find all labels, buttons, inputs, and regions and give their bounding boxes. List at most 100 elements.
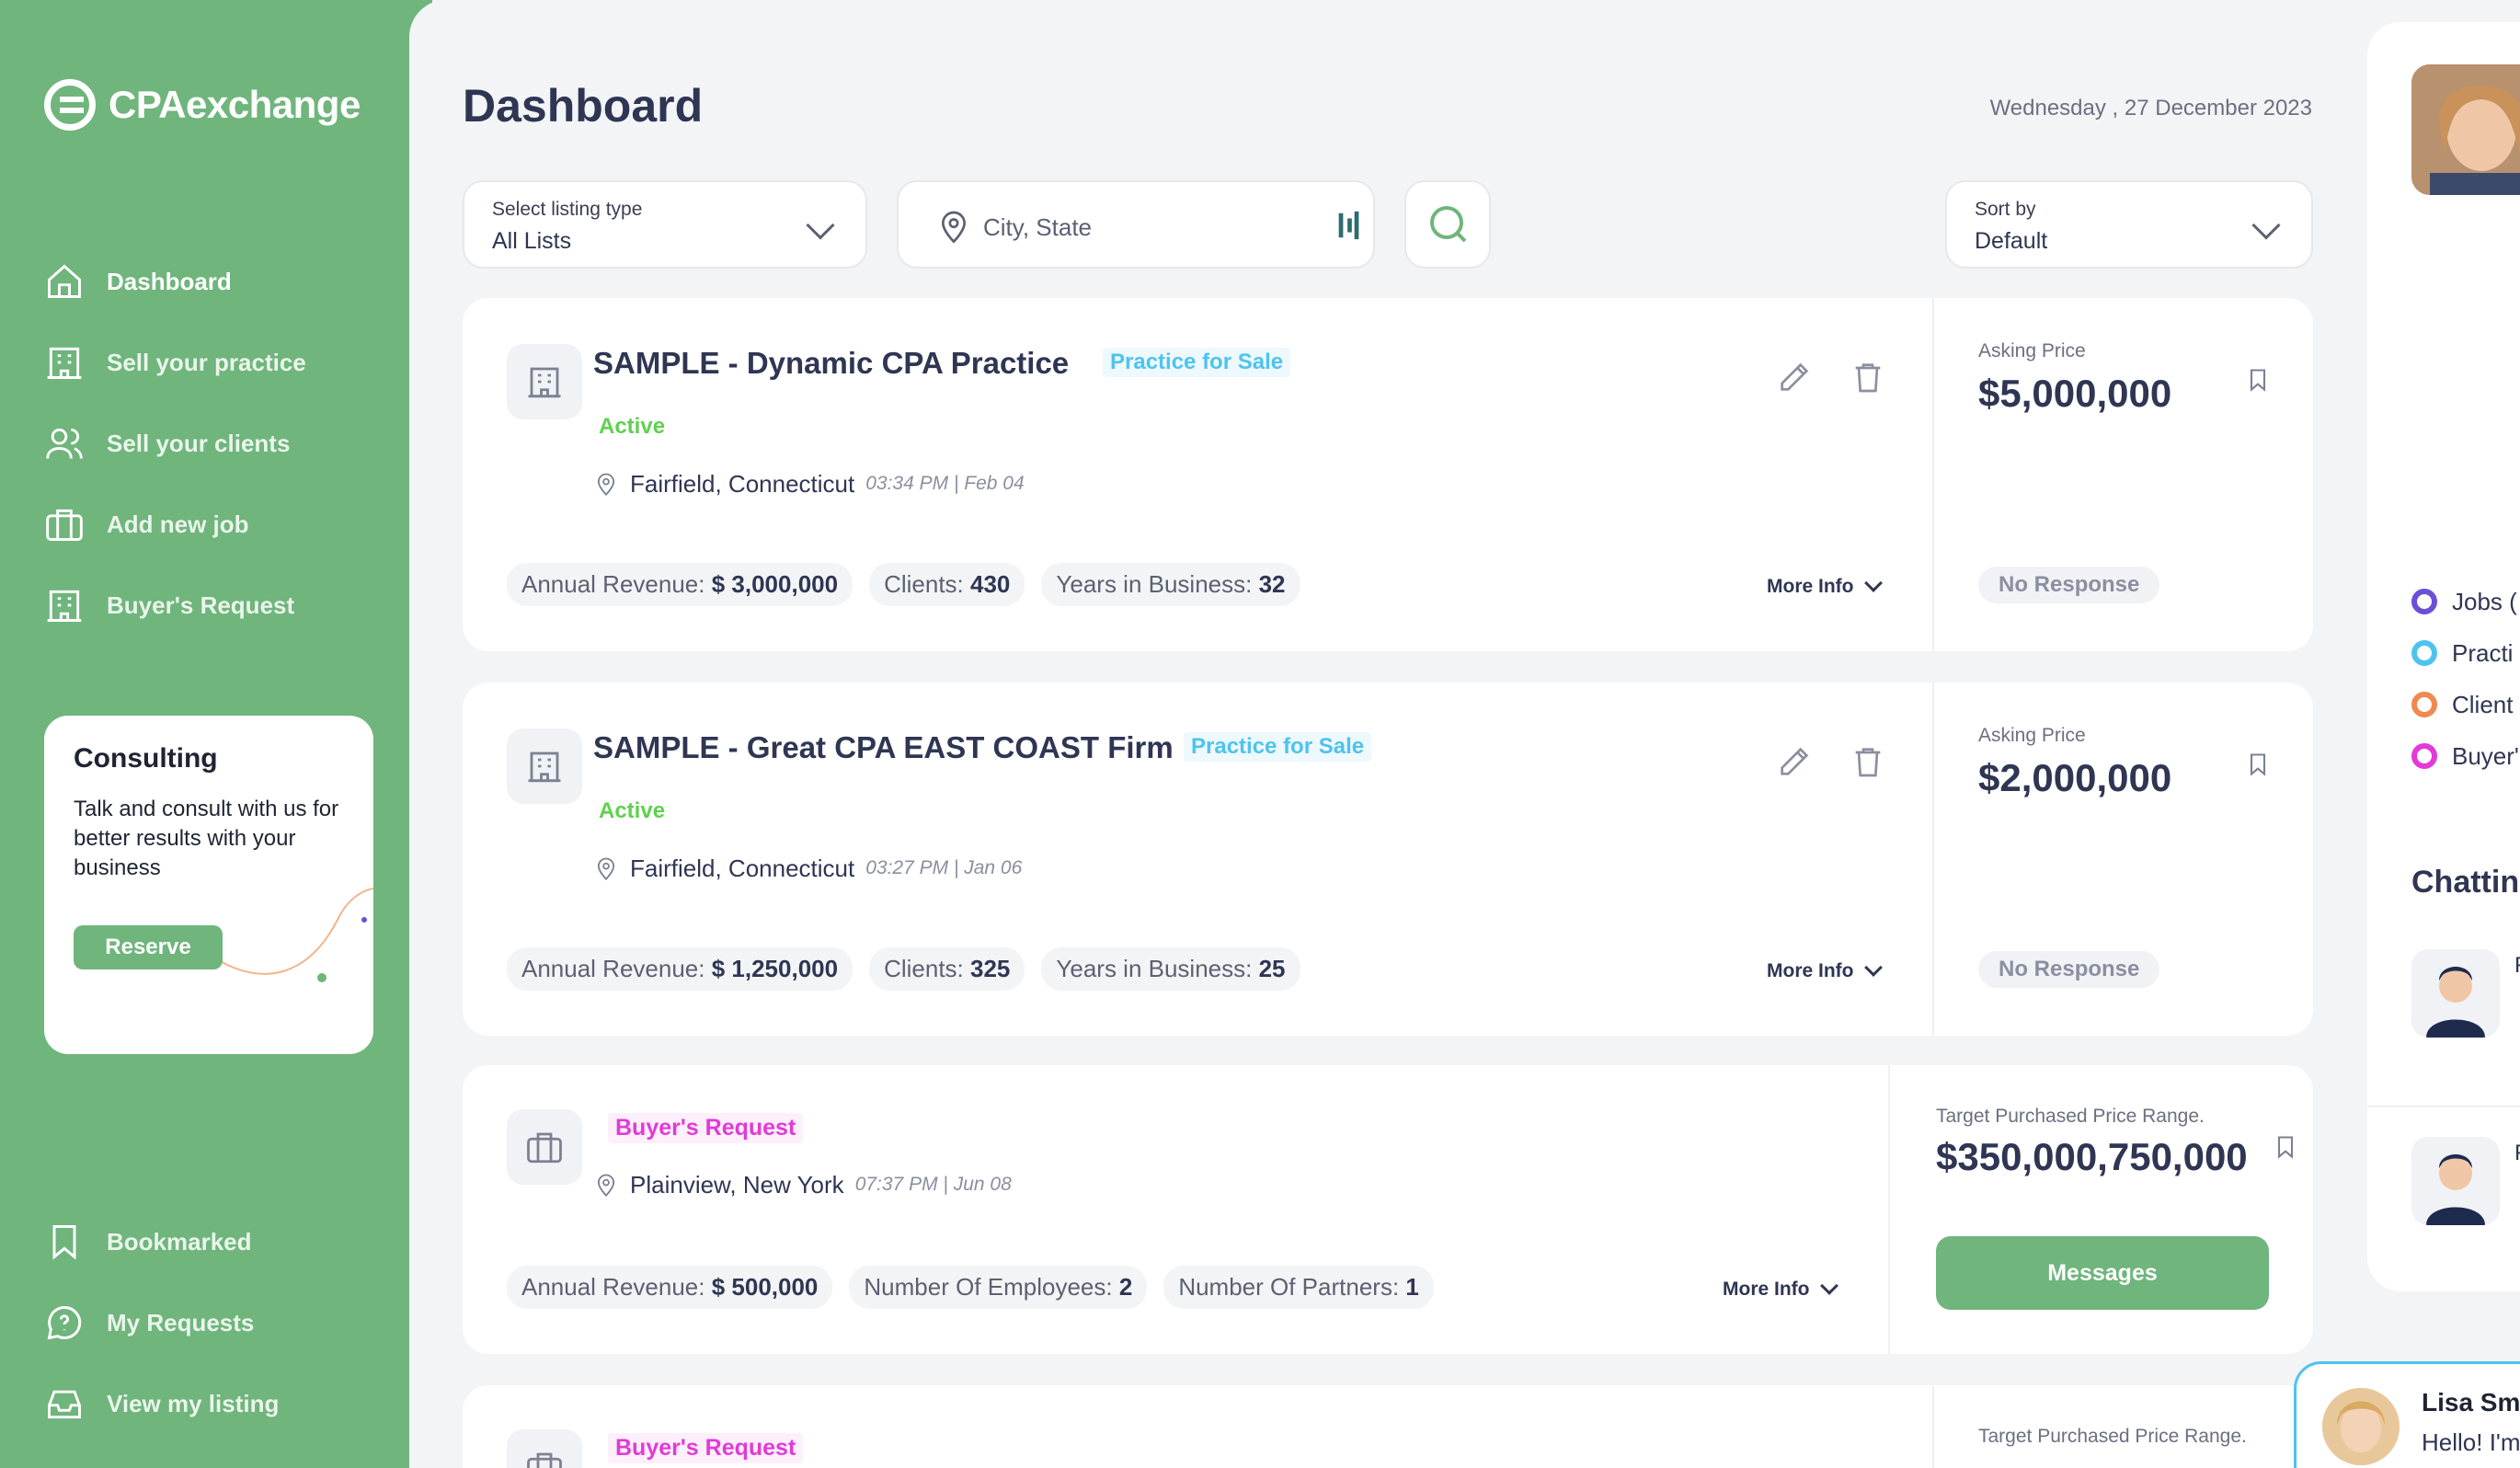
briefcase-icon: [46, 509, 83, 541]
listing-location: Fairfield, Connecticut 03:27 PM | Jan 06: [593, 854, 1022, 883]
chat-popup[interactable]: Lisa Smi Hello! I'm: [2294, 1361, 2520, 1468]
chat-popup-name: Lisa Smi: [2422, 1388, 2520, 1416]
location-text: Fairfield, Connecticut: [630, 469, 855, 498]
decorative-curve-icon: [210, 888, 373, 982]
avatar[interactable]: [2411, 64, 2520, 195]
listing-thumbnail: [507, 1109, 582, 1185]
stat-years-in-business: Years in Business: 32: [1041, 563, 1300, 606]
edit-icon[interactable]: [1776, 359, 1813, 396]
sidebar-item-label: My Requests: [107, 1308, 255, 1336]
sidebar-item-label: Sell your clients: [107, 429, 291, 457]
sidebar-item-label: Sell your practice: [107, 348, 306, 376]
sidebar-item-view-listing[interactable]: View my listing: [44, 1363, 279, 1444]
listing-thumbnail: [507, 1429, 582, 1468]
sort-label: Sort by: [1975, 199, 2036, 220]
card-divider: [1888, 1065, 1890, 1354]
legend-label: Jobs (: [2452, 587, 2517, 615]
listing-location: Fairfield, Connecticut 03:34 PM | Feb 04: [593, 469, 1025, 499]
listing-type-select[interactable]: Select listing type All Lists: [463, 180, 867, 269]
asking-price: $2,000,000: [1978, 756, 2172, 799]
price-label: Asking Price: [1978, 340, 2086, 361]
listing-type-value: All Lists: [492, 228, 572, 254]
users-icon: [46, 428, 83, 459]
bookmark-icon[interactable]: [2273, 1131, 2298, 1163]
messages-button[interactable]: Messages: [1936, 1236, 2269, 1310]
location-pin-icon: [941, 211, 967, 244]
edit-icon[interactable]: [1776, 743, 1813, 780]
profile-photo-icon: [2322, 1388, 2400, 1465]
stats-legend: Jobs ( Practi Client Buyer': [2411, 576, 2519, 782]
more-info-label: More Info: [1767, 960, 1854, 981]
more-info-label: More Info: [1767, 576, 1854, 597]
legend-label: Client: [2452, 690, 2514, 718]
bookmark-icon[interactable]: [2245, 749, 2271, 780]
price-label: Target Purchased Price Range.: [1978, 1426, 2247, 1447]
sidebar-item-dashboard[interactable]: Dashboard: [44, 241, 306, 322]
legend-item-buyers: Buyer': [2411, 730, 2519, 782]
search-button[interactable]: [1404, 180, 1491, 269]
home-icon: [48, 264, 81, 298]
sidebar-item-sell-practice[interactable]: Sell your practice: [44, 322, 306, 403]
price-label: Asking Price: [1978, 725, 2086, 746]
legend-dot-icon: [2411, 743, 2437, 769]
chat-contact-avatar[interactable]: [2411, 949, 2500, 1038]
card-divider: [1932, 682, 1934, 1036]
more-info-toggle[interactable]: More Info: [1767, 958, 1883, 982]
listing-type-label: Select listing type: [492, 199, 643, 220]
consulting-title: Consulting: [74, 743, 218, 774]
sidebar-item-label: View my listing: [107, 1389, 280, 1417]
status-badge: Active: [599, 798, 666, 823]
stat-clients: Clients: 430: [869, 563, 1025, 606]
briefcase-icon: [527, 1452, 562, 1468]
more-info-toggle[interactable]: More Info: [1723, 1277, 1838, 1301]
chat-popup-avatar: [2322, 1388, 2400, 1465]
stat-partners: Number Of Partners: 1: [1163, 1266, 1434, 1309]
logo-exchange-icon: [44, 79, 96, 131]
location-text: Plainview, New York: [630, 1170, 844, 1198]
sidebar-item-add-job[interactable]: Add new job: [44, 484, 306, 565]
legend-item-jobs: Jobs (: [2411, 576, 2519, 627]
delete-icon[interactable]: [1850, 743, 1886, 780]
sidebar-item-my-requests[interactable]: My Requests: [44, 1282, 279, 1363]
listing-location: Plainview, New York 07:37 PM | Jun 08: [593, 1170, 1012, 1199]
listing-type-badge: Practice for Sale: [1103, 348, 1291, 377]
sidebar-item-sell-clients[interactable]: Sell your clients: [44, 403, 306, 484]
card-divider: [1932, 298, 1934, 651]
sidebar-bottom-nav: Bookmarked My Requests View my listing: [44, 1201, 279, 1444]
bookmark-icon[interactable]: [2245, 364, 2271, 396]
stat-annual-revenue: Annual Revenue: $ 3,000,000: [507, 563, 853, 606]
status-badge: Active: [599, 414, 666, 439]
chatting-title: Chattin: [2411, 865, 2520, 900]
stat-clients: Clients: 325: [869, 947, 1025, 991]
listing-thumbnail: [507, 728, 582, 804]
location-input[interactable]: City, State: [897, 180, 1375, 269]
listing-timestamp: 07:37 PM | Jun 08: [854, 1174, 1012, 1195]
sort-select[interactable]: Sort by Default: [1945, 180, 2313, 269]
sidebar-item-bookmarked[interactable]: Bookmarked: [44, 1201, 279, 1282]
chat-question-icon: [47, 1306, 82, 1340]
listing-title[interactable]: SAMPLE - Dynamic CPA Practice: [593, 346, 1069, 381]
consulting-card: Consulting Talk and consult with us for …: [44, 716, 373, 1054]
current-date: Wednesday , 27 December 2023: [1989, 96, 2312, 120]
listing-title[interactable]: SAMPLE - Great CPA EAST COAST Firm: [593, 730, 1174, 765]
more-info-toggle[interactable]: More Info: [1767, 574, 1883, 598]
logo[interactable]: CPAexchange: [44, 79, 361, 131]
stat-annual-revenue: Annual Revenue: $ 1,250,000: [507, 947, 853, 991]
reserve-button[interactable]: Reserve: [74, 925, 223, 969]
sidebar-item-label: Bookmarked: [107, 1227, 252, 1256]
chevron-down-icon: [1863, 958, 1883, 977]
inbox-icon: [48, 1390, 81, 1419]
listing-stats: Annual Revenue: $ 500,000 Number Of Empl…: [507, 1266, 1434, 1309]
legend-item-clients: Client: [2411, 679, 2519, 730]
sidebar-item-buyers-request[interactable]: Buyer's Request: [44, 565, 306, 646]
more-info-label: More Info: [1723, 1279, 1810, 1300]
chat-contact-initial: F: [2514, 953, 2520, 979]
chat-divider: [2367, 1106, 2520, 1107]
legend-dot-icon: [2411, 692, 2437, 717]
delete-icon[interactable]: [1850, 359, 1886, 396]
sidebar-item-label: Buyer's Request: [107, 591, 295, 619]
briefcase-icon: [527, 1132, 562, 1164]
location-pin-icon: [597, 473, 615, 496]
sidebar-item-label: Dashboard: [107, 267, 232, 295]
chat-contact-avatar[interactable]: [2411, 1137, 2500, 1225]
